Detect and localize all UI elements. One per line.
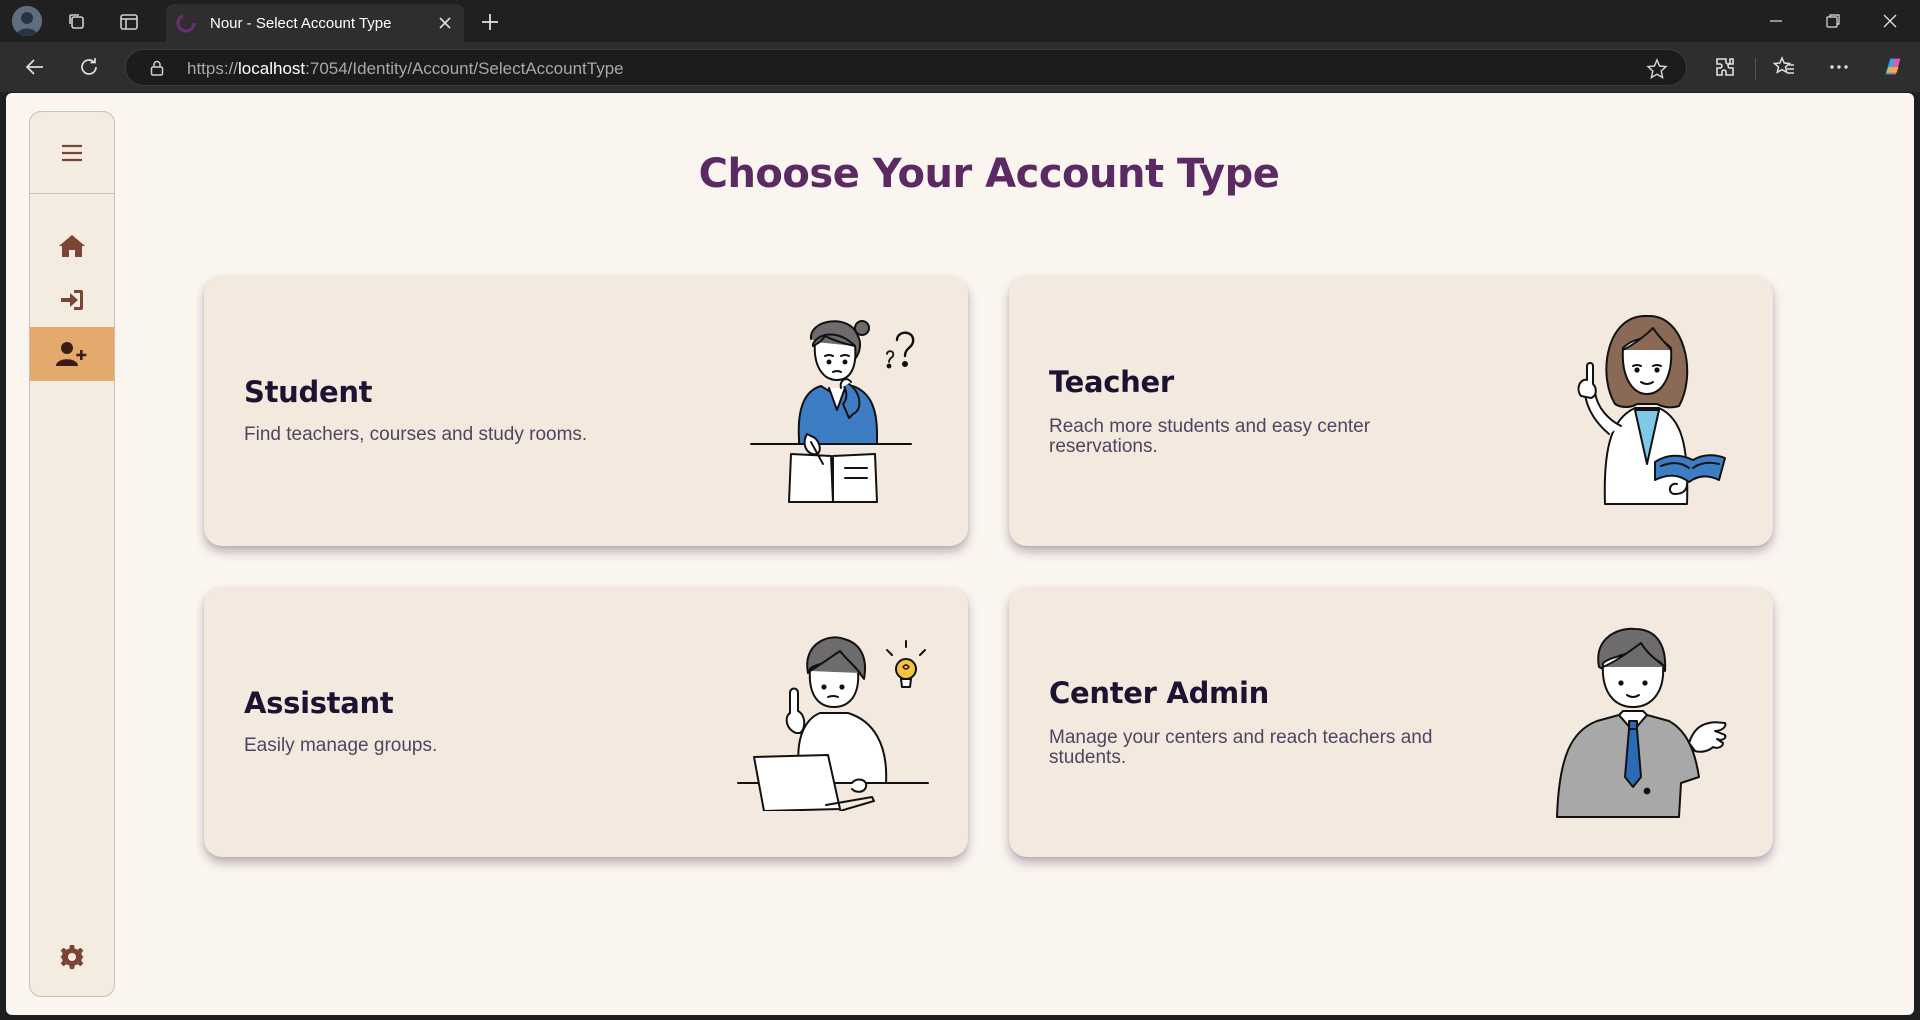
favorite-star-icon[interactable] xyxy=(1646,58,1668,80)
account-type-card-assistant[interactable]: Assistant Easily manage groups. xyxy=(204,587,968,857)
url-text: https://localhost:7054/Identity/Account/… xyxy=(187,59,624,78)
assistant-illustration xyxy=(736,633,932,811)
sidebar-item-home[interactable] xyxy=(30,219,114,273)
browser-toolbar: https://localhost:7054/Identity/Account/… xyxy=(0,42,1920,92)
site-favicon-icon xyxy=(176,13,196,33)
card-title: Center Admin xyxy=(1049,676,1269,710)
profile-avatar[interactable] xyxy=(12,6,42,36)
sidebar-item-login[interactable] xyxy=(30,273,114,327)
card-description: Easily manage groups. xyxy=(244,735,438,756)
browser-titlebar: Nour - Select Account Type xyxy=(0,0,1920,42)
more-options-icon[interactable] xyxy=(1826,54,1852,80)
account-type-card-teacher[interactable]: Teacher Reach more students and easy cen… xyxy=(1009,276,1773,546)
card-description: Manage your centers and reach teachers a… xyxy=(1049,727,1433,768)
card-title: Assistant xyxy=(244,686,394,720)
card-description: Find teachers, courses and study rooms. xyxy=(244,424,588,445)
vertical-tabs-icon[interactable] xyxy=(116,9,142,35)
page-title: Choose Your Account Type xyxy=(698,151,1280,197)
tab-title: Nour - Select Account Type xyxy=(210,14,392,32)
login-icon xyxy=(61,290,83,310)
sidebar-item-register[interactable] xyxy=(30,327,114,381)
user-plus-icon xyxy=(56,342,87,366)
page-viewport: Choose Your Account Type Student Find te… xyxy=(6,93,1914,1015)
student-illustration xyxy=(749,314,919,504)
home-icon xyxy=(59,235,85,257)
workspaces-icon[interactable] xyxy=(64,9,90,35)
back-icon[interactable] xyxy=(22,54,48,80)
close-window-icon[interactable] xyxy=(1878,10,1902,32)
teacher-illustration xyxy=(1557,314,1727,506)
account-type-card-student[interactable]: Student Find teachers, courses and study… xyxy=(204,276,968,546)
gear-icon xyxy=(60,945,84,969)
refresh-icon[interactable] xyxy=(76,54,102,80)
close-tab-icon[interactable] xyxy=(436,14,454,32)
center-admin-illustration xyxy=(1549,627,1729,819)
account-type-card-center-admin[interactable]: Center Admin Manage your centers and rea… xyxy=(1009,587,1773,857)
sidebar xyxy=(29,111,115,997)
new-tab-icon[interactable] xyxy=(478,10,502,34)
favorites-icon[interactable] xyxy=(1771,54,1797,80)
card-title: Student xyxy=(244,375,373,409)
active-tab[interactable]: Nour - Select Account Type xyxy=(166,4,464,42)
address-bar[interactable]: https://localhost:7054/Identity/Account/… xyxy=(125,49,1687,86)
restore-icon[interactable] xyxy=(1821,10,1845,32)
sidebar-item-settings[interactable] xyxy=(30,930,114,984)
extensions-icon[interactable] xyxy=(1712,54,1738,80)
minimize-icon[interactable] xyxy=(1764,10,1788,32)
card-description: Reach more students and easy center rese… xyxy=(1049,416,1371,457)
lock-icon[interactable] xyxy=(148,59,166,77)
toolbar-separator xyxy=(1755,58,1756,80)
copilot-icon[interactable] xyxy=(1880,54,1906,80)
card-title: Teacher xyxy=(1049,365,1174,399)
